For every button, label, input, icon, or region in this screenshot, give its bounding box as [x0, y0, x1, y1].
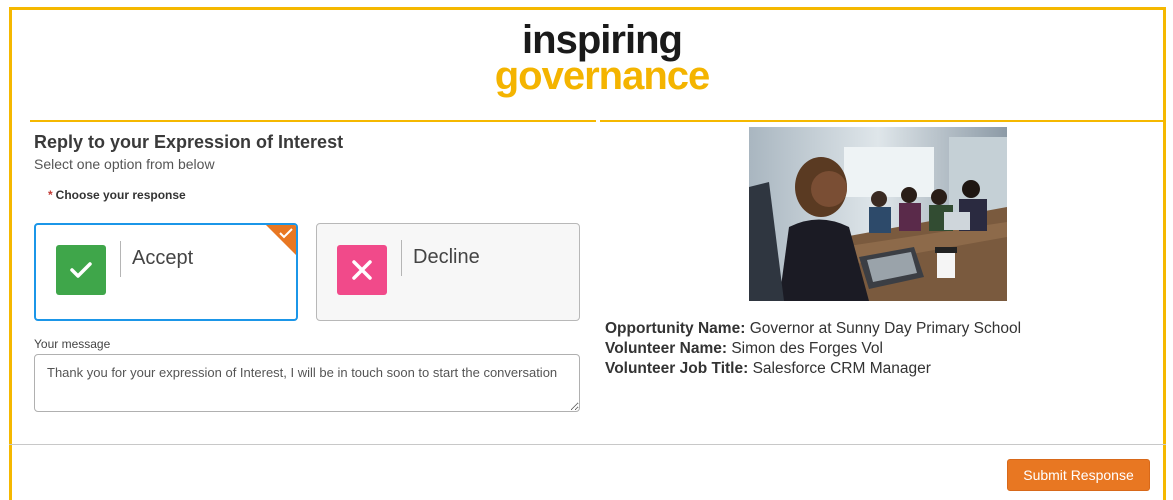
detail-key: Volunteer Job Title:: [605, 360, 749, 377]
page-frame: inspiring governance Reply to your Expre…: [9, 7, 1166, 500]
detail-value: Salesforce CRM Manager: [752, 360, 931, 377]
detail-key: Volunteer Name:: [605, 340, 728, 357]
meeting-photo-illustration: [749, 127, 1007, 301]
footer-divider: [9, 444, 1166, 445]
detail-key: Opportunity Name:: [605, 320, 746, 337]
corner-check-icon: [279, 228, 293, 239]
choose-response-label: * Choose your response: [48, 188, 186, 202]
detail-volunteer-name: Volunteer Name: Simon des Forges Vol: [605, 339, 1021, 359]
logo-line-2: governance: [494, 54, 711, 98]
form-title: Reply to your Expression of Interest: [34, 132, 344, 152]
inspiring-governance-logo: inspiring governance: [482, 20, 722, 96]
left-divider: [30, 120, 596, 122]
accept-badge: [56, 245, 106, 295]
choose-response-text: Choose your response: [55, 188, 186, 202]
opportunity-details: Opportunity Name: Governor at Sunny Day …: [605, 319, 1021, 379]
required-mark: *: [48, 188, 53, 202]
decline-separator: [401, 240, 402, 276]
detail-opportunity-name: Opportunity Name: Governor at Sunny Day …: [605, 319, 1021, 339]
check-icon: [70, 262, 92, 278]
decline-badge: [337, 245, 387, 295]
close-icon: [352, 260, 372, 280]
detail-value: Governor at Sunny Day Primary School: [749, 320, 1022, 337]
accept-label: Accept: [132, 247, 194, 269]
detail-value: Simon des Forges Vol: [731, 340, 883, 357]
decline-option[interactable]: Decline: [316, 223, 580, 321]
accept-separator: [120, 241, 121, 277]
detail-volunteer-job-title: Volunteer Job Title: Salesforce CRM Mana…: [605, 359, 1021, 379]
message-textarea[interactable]: Thank you for your expression of Interes…: [34, 354, 580, 412]
accept-option[interactable]: Accept: [34, 223, 298, 321]
decline-label: Decline: [413, 246, 480, 268]
submit-response-button[interactable]: Submit Response: [1007, 459, 1150, 491]
message-label: Your message: [34, 337, 111, 351]
meeting-photo: [749, 127, 1007, 301]
right-divider: [600, 120, 1163, 122]
form-subtitle: Select one option from below: [34, 156, 215, 172]
